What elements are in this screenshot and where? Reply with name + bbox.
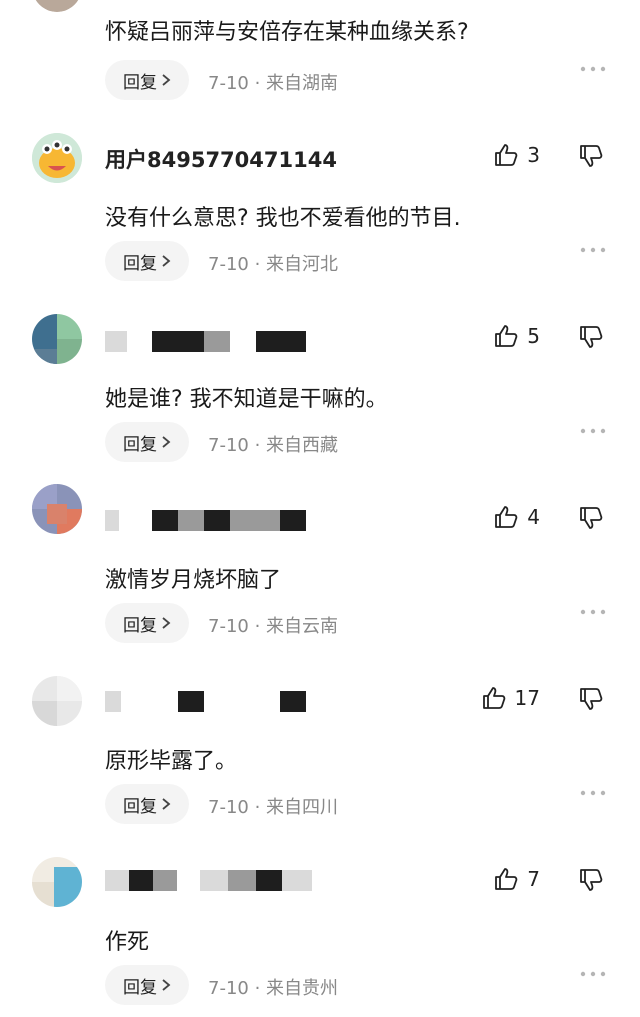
reply-label: 回复	[123, 977, 157, 998]
more-dots-icon[interactable]	[580, 66, 606, 72]
redacted-username	[230, 510, 280, 531]
thumbs-down-icon[interactable]	[578, 867, 604, 893]
redacted-username	[152, 331, 204, 352]
username[interactable]: 用户8495770471144	[105, 144, 337, 174]
comment-date: 7-10	[208, 797, 249, 818]
redacted-username	[153, 870, 177, 891]
redacted-username	[152, 510, 178, 531]
more-dots-icon[interactable]	[580, 609, 606, 615]
reply-label: 回复	[123, 253, 157, 274]
comment-text: 原形毕露了。	[105, 749, 238, 774]
like-button[interactable]: 3	[493, 142, 540, 168]
reply-label: 回复	[123, 615, 157, 636]
comment-date: 7-10	[208, 978, 249, 999]
reply-label: 回复	[123, 796, 157, 817]
more-dots-icon[interactable]	[580, 790, 606, 796]
comment-meta: 7-10 · 来自湖南	[208, 73, 339, 94]
thumbs-up-icon	[493, 866, 519, 892]
redacted-username	[204, 331, 230, 352]
chevron-right-icon	[161, 616, 171, 630]
redacted-username	[105, 331, 127, 352]
like-button[interactable]: 5	[493, 323, 540, 349]
chevron-right-icon	[161, 797, 171, 811]
comment-location: 来自四川	[266, 797, 339, 818]
redacted-username	[105, 691, 121, 712]
pixelated-avatar[interactable]	[32, 676, 82, 726]
comment-meta: 7-10 · 来自贵州	[208, 978, 339, 999]
reply-button[interactable]: 回复	[105, 603, 189, 643]
like-count: 7	[527, 867, 540, 891]
comment-location: 来自云南	[266, 616, 339, 637]
comment-date: 7-10	[208, 73, 249, 94]
thumbs-up-icon	[493, 142, 519, 168]
comment-meta: 7-10 · 来自四川	[208, 797, 339, 818]
comment-text: 激情岁月烧坏脑了	[105, 568, 282, 593]
redacted-username	[178, 691, 204, 712]
redacted-username	[200, 870, 228, 891]
more-dots-icon[interactable]	[580, 971, 606, 977]
redacted-username	[178, 510, 204, 531]
comment-date: 7-10	[208, 616, 249, 637]
thumbs-down-icon[interactable]	[578, 505, 604, 531]
chevron-right-icon	[161, 435, 171, 449]
comment-date: 7-10	[208, 254, 249, 275]
redacted-username	[129, 870, 153, 891]
alien-cartoon-avatar[interactable]	[32, 133, 82, 183]
like-count: 3	[527, 143, 540, 167]
pixelated-avatar[interactable]	[32, 857, 82, 907]
reply-button[interactable]: 回复	[105, 241, 189, 281]
redacted-username	[256, 870, 282, 891]
like-button[interactable]: 17	[481, 685, 540, 711]
redacted-username	[280, 691, 306, 712]
reply-button[interactable]: 回复	[105, 965, 189, 1005]
pixelated-avatar[interactable]	[32, 314, 82, 364]
pixelated-avatar[interactable]	[32, 484, 82, 534]
like-count: 5	[527, 324, 540, 348]
chevron-right-icon	[161, 978, 171, 992]
like-button[interactable]: 7	[493, 866, 540, 892]
redacted-username	[204, 510, 230, 531]
comment-meta: 7-10 · 来自河北	[208, 254, 339, 275]
thumbs-down-icon[interactable]	[578, 686, 604, 712]
thumbs-up-icon	[481, 685, 507, 711]
redacted-username	[282, 870, 312, 891]
like-button[interactable]: 4	[493, 504, 540, 530]
comment-text: 怀疑吕丽萍与安倍存在某种血缘关系?	[105, 20, 469, 45]
thumbs-down-icon[interactable]	[578, 143, 604, 169]
like-count: 17	[514, 686, 540, 710]
more-dots-icon[interactable]	[580, 247, 606, 253]
reply-button[interactable]: 回复	[105, 784, 189, 824]
comment-location: 来自贵州	[266, 978, 339, 999]
comment-location: 来自湖南	[266, 73, 339, 94]
comment-date: 7-10	[208, 435, 249, 456]
comment-text: 作死	[105, 930, 150, 955]
comment-meta: 7-10 · 来自西藏	[208, 435, 339, 456]
reply-button[interactable]: 回复	[105, 422, 189, 462]
reply-label: 回复	[123, 434, 157, 455]
comment-meta: 7-10 · 来自云南	[208, 616, 339, 637]
chevron-right-icon	[161, 73, 171, 87]
redacted-username	[228, 870, 256, 891]
reply-label: 回复	[123, 72, 157, 93]
redacted-username	[105, 510, 119, 531]
comment-text: 没有什么意思? 我也不爱看他的节目.	[105, 206, 461, 231]
redacted-username	[105, 870, 129, 891]
comment-location: 来自河北	[266, 254, 339, 275]
comment-location: 来自西藏	[266, 435, 339, 456]
thumbs-up-icon	[493, 504, 519, 530]
reply-button[interactable]: 回复	[105, 60, 189, 100]
thumbs-up-icon	[493, 323, 519, 349]
comment-text: 她是谁? 我不知道是干嘛的。	[105, 387, 388, 412]
more-dots-icon[interactable]	[580, 428, 606, 434]
redacted-username	[280, 510, 306, 531]
chevron-right-icon	[161, 254, 171, 268]
avatar[interactable]	[32, 0, 82, 12]
like-count: 4	[527, 505, 540, 529]
redacted-username	[256, 331, 306, 352]
thumbs-down-icon[interactable]	[578, 324, 604, 350]
